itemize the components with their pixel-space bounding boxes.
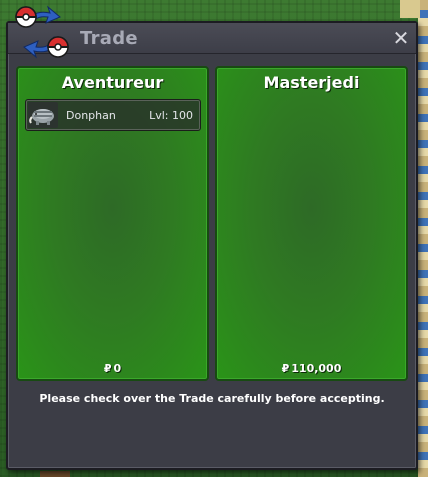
game-world-ground [40,471,70,477]
trade-pokemon-slot[interactable]: Donphan Lvl: 100 [25,99,201,131]
currency-symbol: ₽ [281,362,290,375]
game-world-tiles [418,0,428,477]
currency-symbol: ₽ [103,362,112,375]
money-amount: 110,000 [291,362,342,375]
pokemon-name: Donphan [66,109,116,122]
money-offer-self: ₽0 [18,362,207,375]
game-world-building [400,0,420,18]
money-offer-partner: ₽110,000 [217,362,406,375]
money-amount: 0 [113,362,122,375]
donphan-sprite-icon [28,102,58,128]
trade-window: Trade ✕ Aventureur Donphan Lvl: 100 ₽ 0 … [6,21,418,470]
close-button[interactable]: ✕ [390,27,412,49]
trade-panel-self: Aventureur Donphan Lvl: 100 ₽0 [16,66,209,381]
trade-pokeballs-icon [12,3,72,61]
trader-name-self: Aventureur [61,73,164,92]
pokemon-level: Lvl: 100 [149,109,193,122]
trader-name-partner: Masterjedi [263,73,360,92]
trade-panel-partner: Masterjedi ₽110,000 [215,66,408,381]
trade-notice: Please check over the Trade carefully be… [39,392,385,405]
window-title: Trade [80,28,138,49]
